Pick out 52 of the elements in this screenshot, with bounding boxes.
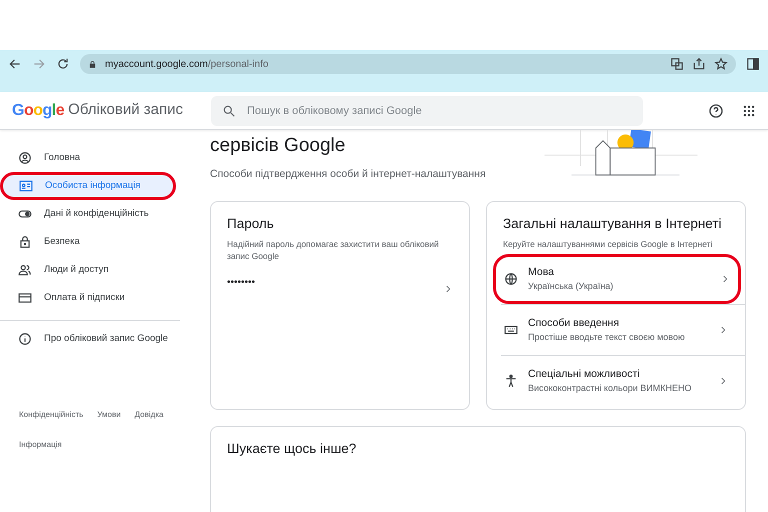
url-text: myaccount.google.com/personal-info: [105, 58, 268, 72]
accessibility-icon: [504, 374, 518, 388]
settings-row[interactable]: Мова Українська (Україна): [493, 254, 741, 304]
card-title: Пароль: [227, 216, 275, 232]
row-title: Мова: [528, 264, 556, 280]
lock-icon: [88, 60, 97, 68]
side-panel-icon[interactable]: [746, 57, 760, 71]
sidebar-item[interactable]: Безпека: [0, 228, 176, 256]
help-icon[interactable]: [708, 102, 724, 118]
address-bar[interactable]: myaccount.google.com/personal-info: [80, 54, 736, 74]
footer-link[interactable]: Конфіденційність: [19, 409, 84, 421]
row-subtitle: Простіше вводьте текст своєю мовою: [528, 331, 686, 344]
translate-icon[interactable]: [670, 57, 684, 71]
settings-row[interactable]: Способи введення Простіше вводьте текст своєю мовою: [487, 305, 745, 356]
card-description: Надійний пароль допомагає захистити ваш обліковий запис Google: [227, 238, 440, 262]
people-icon: [18, 263, 32, 277]
sidebar-item[interactable]: Головна: [0, 144, 176, 172]
row-title: Способи введення: [528, 316, 620, 331]
sidebar-item[interactable]: Оплата й підписки: [0, 284, 176, 312]
sidebar-item[interactable]: Дані й конфіденційність: [0, 200, 176, 228]
back-icon[interactable]: [8, 57, 22, 71]
footer-link[interactable]: Довідка: [134, 409, 164, 421]
reload-icon[interactable]: [56, 57, 70, 71]
sidebar-item[interactable]: Про обліковий запис Google: [0, 325, 176, 353]
apps-icon[interactable]: [742, 104, 756, 118]
search-icon: [222, 104, 236, 118]
id-card-icon: [19, 179, 33, 193]
share-icon[interactable]: [692, 57, 706, 71]
sidebar-item[interactable]: Люди й доступ: [0, 256, 176, 284]
logo[interactable]: Google: [12, 98, 64, 122]
footer-link[interactable]: Умови: [97, 409, 121, 421]
row-subtitle: Українська (Україна): [528, 280, 614, 294]
page-heading: сервісів Google: [210, 136, 346, 157]
credit-card-icon: [18, 291, 32, 305]
lock-icon: [18, 235, 32, 249]
globe-icon: [504, 272, 518, 286]
card-title: Шукаєте щось інше?: [227, 440, 358, 457]
password-dots: ••••••••: [227, 276, 256, 290]
card-title: Загальні налаштування в Інтернеті: [502, 216, 723, 232]
password-card[interactable]: Пароль Надійний пароль допомагає захистити ваш обліковий запис Google ••••••••: [210, 200, 470, 410]
product-title: Обліковий запис: [68, 100, 184, 120]
page-subheading: Способи підтвердження особи й інтернет-налаштування: [210, 166, 486, 182]
search-field[interactable]: Пошук в обліковому записі Google: [211, 96, 644, 126]
row-title: Спеціальні можливості: [528, 366, 641, 382]
sidebar-item[interactable]: Особиста інформація: [0, 172, 176, 200]
settings-row[interactable]: Спеціальні можливості Висококонтрастні кольори ВИМКНЕНО: [487, 356, 745, 406]
row-subtitle: Висококонтрастні кольори ВИМКНЕНО: [528, 382, 692, 396]
card-description: Керуйте налаштуваннями сервісів Google в Інтернеті: [502, 238, 714, 250]
info-icon: [18, 332, 32, 346]
star-icon[interactable]: [714, 57, 728, 71]
account-circle-icon: [18, 151, 32, 165]
footer-link[interactable]: Інформація: [19, 439, 62, 451]
